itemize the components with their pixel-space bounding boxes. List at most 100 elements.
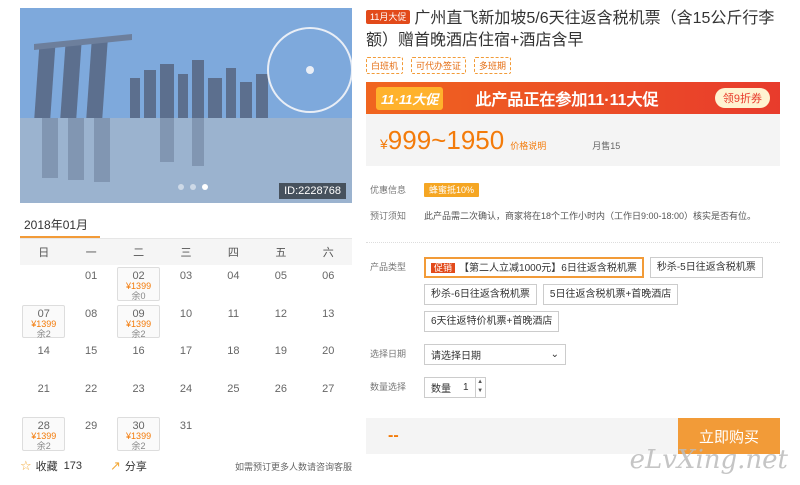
day-number: 21: [37, 382, 50, 395]
carousel-dot-active[interactable]: [202, 184, 208, 190]
calendar-day[interactable]: 21: [20, 378, 67, 416]
calendar-day[interactable]: 09 ¥1399 余2: [115, 303, 162, 341]
calendar-day[interactable]: 14: [20, 340, 67, 378]
calendar-grid: 01 02 ¥1399 余0 03 04 05 06 07 ¥1399 余2 08 09 ¥1399 余2 1…: [20, 265, 352, 453]
calendar-day[interactable]: 29: [67, 415, 114, 453]
carousel-dot[interactable]: [178, 184, 184, 190]
calendar-day[interactable]: 26: [257, 378, 304, 416]
day-number: 31: [179, 420, 193, 432]
calendar-day[interactable]: 24: [162, 378, 209, 416]
type-options: 促销 【第二人立减1000元】6日往返含税机票 秒杀-5日往返含税机票 秒杀-6日…: [424, 257, 780, 332]
calendar-day[interactable]: 06: [305, 265, 352, 303]
available-day[interactable]: 30 ¥1399 余2: [116, 417, 161, 451]
carousel-dot[interactable]: [190, 184, 196, 190]
favorite-label[interactable]: 收藏: [36, 458, 58, 474]
price-range: ¥999~1950: [380, 124, 505, 155]
qty-value[interactable]: 1: [457, 382, 475, 393]
product-photo[interactable]: ID:2228768: [20, 8, 352, 203]
day-number: 11: [227, 307, 240, 320]
option[interactable]: 6天往返特价机票+首晚酒店: [424, 311, 560, 332]
day-number: 16: [132, 345, 145, 357]
type-row: 产品类型 促销 【第二人立减1000元】6日往返含税机票 秒杀-5日往返含税机票 …: [366, 257, 780, 332]
day-number: 22: [85, 382, 98, 395]
calendar-day[interactable]: 17: [162, 340, 209, 378]
product-tags: 白班机 可代办签证 多班期: [366, 57, 780, 74]
calendar-day[interactable]: 20: [305, 340, 352, 378]
day-number: 23: [132, 382, 145, 395]
decrement-icon[interactable]: ▼: [476, 387, 485, 396]
day-stock: 余2: [131, 441, 146, 451]
promo-banner[interactable]: 11·11大促 此产品正在参加11·11大促 领9折券: [366, 82, 780, 114]
calendar-day[interactable]: 15: [67, 340, 114, 378]
calendar-day[interactable]: 25: [210, 378, 257, 416]
share-icon[interactable]: ↗: [110, 458, 121, 474]
carousel-dots[interactable]: [178, 184, 208, 190]
calendar-day[interactable]: 16: [115, 340, 162, 378]
weekday-label: 三: [180, 247, 192, 259]
calendar-day[interactable]: 11: [210, 303, 257, 341]
calendar-day[interactable]: 01: [67, 265, 114, 303]
day-number: 17: [179, 345, 193, 357]
discount-row: 优惠信息 蜂蜜抵10%: [366, 180, 780, 197]
available-day[interactable]: 02 ¥1399 余0: [116, 267, 161, 301]
monthly-sales: 月售15: [592, 140, 621, 151]
calendar-day[interactable]: 22: [67, 378, 114, 416]
calendar-day[interactable]: 02 ¥1399 余0: [115, 265, 162, 303]
price-explain-link[interactable]: 价格说明: [510, 139, 546, 152]
increment-icon[interactable]: ▲: [476, 378, 485, 387]
calendar-day[interactable]: 12: [257, 303, 304, 341]
total-price: --: [388, 427, 399, 444]
calendar-day[interactable]: 27: [305, 378, 352, 416]
product-title-text: 广州直飞新加坡5/6天往返含税机票（含15公斤行李额）赠首晚酒店住宿+酒店含早: [366, 10, 775, 49]
day-number: 30: [132, 420, 145, 432]
calendar-day[interactable]: 08: [67, 303, 114, 341]
quantity-stepper[interactable]: 数量 1 ▲ ▼: [424, 377, 486, 398]
day-price: ¥1399: [126, 318, 152, 329]
calendar-day[interactable]: 30 ¥1399 余2: [115, 415, 162, 453]
calendar-day[interactable]: 23: [115, 378, 162, 416]
day-number: 05: [274, 270, 287, 282]
option-selected[interactable]: 促销 【第二人立减1000元】6日往返含税机票: [424, 257, 644, 278]
calendar-day[interactable]: 28 ¥1399 余2: [20, 415, 67, 453]
weekday-label: 一: [85, 247, 97, 259]
weekday-label: 六: [322, 247, 334, 259]
day-stock: 余2: [36, 441, 51, 451]
star-icon[interactable]: ☆: [20, 458, 32, 474]
day-number: 28: [37, 420, 50, 432]
option[interactable]: 秒杀-6日往返含税机票: [424, 284, 537, 305]
contact-note: 如需预订更多人数请咨询客服: [234, 461, 352, 472]
notice-row: 预订须知 此产品需二次确认，商家将在18个工作小时内（工作日9:00-18:00…: [366, 206, 780, 222]
calendar-weekdays: 日一二三四五六: [20, 239, 352, 265]
calendar-day: [305, 415, 352, 453]
promo-logo: 11·11大促: [376, 86, 444, 110]
calendar-day[interactable]: 04: [210, 265, 257, 303]
qty-key: 数量选择: [370, 382, 407, 392]
singapore-skyline-image: [20, 8, 352, 203]
calendar-day[interactable]: 05: [257, 265, 304, 303]
calendar-day: [257, 415, 304, 453]
available-day[interactable]: 07 ¥1399 余2: [22, 304, 66, 339]
share-label[interactable]: 分享: [125, 458, 147, 474]
calendar: 日一二三四五六 01 02 ¥1399 余0 03 04 05 06 07 ¥1399 余2 08 09…: [20, 238, 352, 453]
date-select[interactable]: 请选择日期 ⌄: [424, 344, 566, 365]
option[interactable]: 5日往返含税机票+首晚酒店: [542, 284, 679, 305]
calendar-day[interactable]: 10: [162, 303, 209, 341]
qty-label: 数量: [431, 384, 451, 395]
available-day[interactable]: 28 ¥1399 余2: [22, 417, 66, 451]
calendar-day[interactable]: 31: [162, 415, 209, 453]
day-price: ¥1399: [31, 318, 57, 329]
day-price: ¥1399: [126, 281, 152, 291]
calendar-day[interactable]: 18: [210, 340, 257, 378]
calendar-day[interactable]: 19: [257, 340, 304, 378]
notice-key: 预订须知: [370, 211, 407, 221]
left-panel: ID:2228768 2018年01月 日一二三四五六 01 02 ¥1399 余0 0…: [20, 8, 352, 453]
calendar-day[interactable]: 07 ¥1399 余2: [20, 303, 67, 341]
day-number: 13: [322, 307, 335, 320]
coupon-button[interactable]: 领9折券: [714, 88, 770, 108]
option[interactable]: 秒杀-5日往返含税机票: [649, 257, 763, 278]
calendar-day: [20, 265, 67, 303]
calendar-day[interactable]: 03: [162, 265, 209, 303]
available-day[interactable]: 09 ¥1399 余2: [116, 304, 161, 339]
day-number: 25: [227, 382, 240, 395]
calendar-day[interactable]: 13: [305, 303, 352, 341]
